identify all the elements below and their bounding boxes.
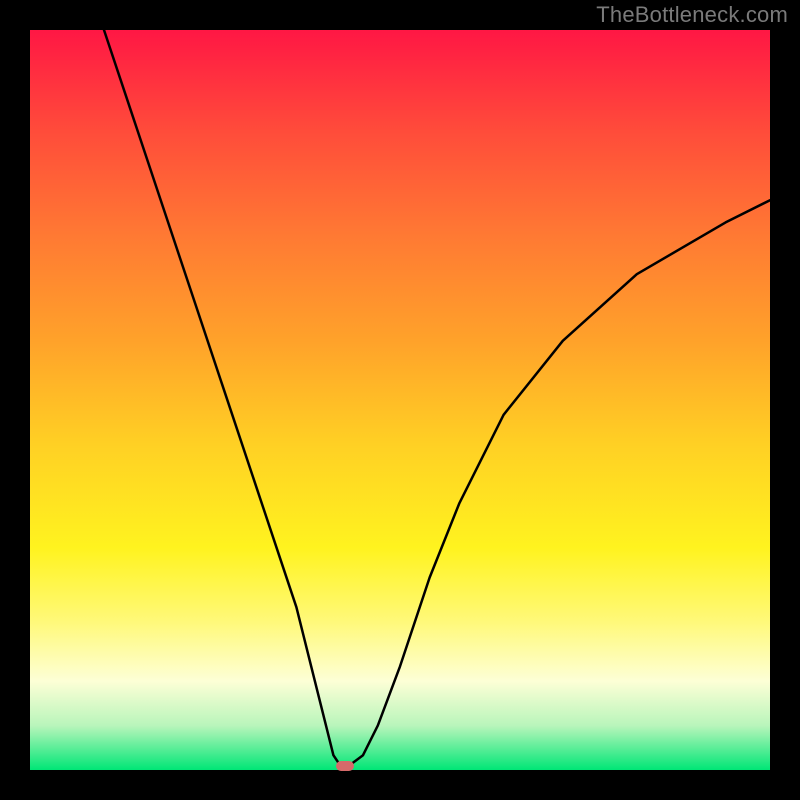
bottleneck-curve xyxy=(30,30,770,770)
chart-container: TheBottleneck.com xyxy=(0,0,800,800)
optimal-point-marker xyxy=(336,761,354,771)
plot-area xyxy=(30,30,770,770)
attribution-label: TheBottleneck.com xyxy=(596,2,788,28)
